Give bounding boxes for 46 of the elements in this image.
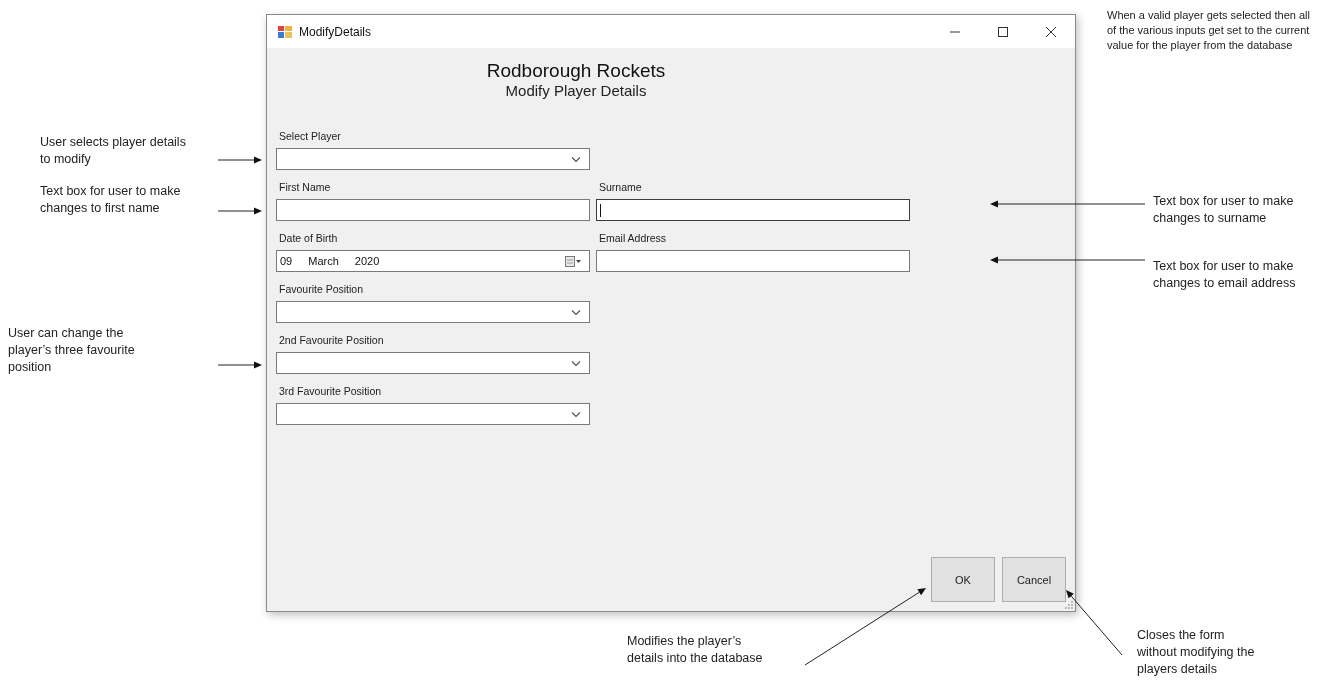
- calendar-dropdown-icon: [565, 255, 581, 267]
- annotation-text: Text box for user to make changes to first name: [40, 183, 182, 217]
- field-label: Email Address: [598, 231, 668, 246]
- ok-button[interactable]: OK: [931, 557, 995, 602]
- arrow: [217, 361, 262, 369]
- date-part: 09: [280, 255, 293, 267]
- arrow: [217, 207, 262, 215]
- annotation-text: Text box for user to make changes to surname: [1153, 193, 1295, 227]
- annotation-text: Text box for user to make changes to email address: [1153, 258, 1297, 292]
- text-field[interactable]: [596, 199, 910, 221]
- arrow: [217, 156, 262, 164]
- field-label: 2nd Favourite Position: [278, 333, 385, 348]
- annotation-text: When a valid player gets selected then all of the various inputs get set to the current value for the player from the database: [1107, 8, 1311, 53]
- chevron-down-icon: [571, 359, 581, 367]
- date-part: March: [308, 255, 339, 267]
- close-icon[interactable]: [1045, 25, 1057, 38]
- chevron-down-icon: [571, 308, 581, 316]
- annotation-text: Closes the form without modifying the players details: [1137, 627, 1256, 678]
- arrow: [1066, 590, 1123, 656]
- chevron-down-icon: [571, 155, 581, 163]
- field-label: First Name: [278, 180, 332, 195]
- text-field[interactable]: [276, 199, 590, 221]
- dropdown[interactable]: [276, 148, 590, 170]
- annotation-text: User selects player details to modify: [40, 134, 187, 168]
- dropdown[interactable]: [276, 403, 590, 425]
- field-label: Favourite Position: [278, 282, 365, 297]
- resize-grip-icon: [1063, 599, 1074, 610]
- form-title: Rodborough Rockets: [486, 60, 666, 82]
- text-cursor: [600, 203, 601, 217]
- date-part: 2020: [354, 255, 380, 267]
- field-label: 3rd Favourite Position: [278, 384, 383, 399]
- date-picker[interactable]: 09 March 2020: [276, 250, 590, 272]
- chevron-down-icon: [571, 410, 581, 418]
- text-field[interactable]: [596, 250, 910, 272]
- dropdown[interactable]: [276, 301, 590, 323]
- form-subtitle: Modify Player Details: [505, 82, 647, 100]
- annotation-text: Modifies the player’s details into the database: [627, 633, 764, 667]
- app-icon: [277, 23, 293, 40]
- window-title: ModifyDetails: [299, 24, 372, 39]
- field-label: Select Player: [278, 129, 342, 144]
- field-label: Surname: [598, 180, 643, 195]
- maximize-icon[interactable]: [997, 25, 1009, 38]
- annotation-text: User can change the player’s three favourite position: [8, 325, 136, 376]
- cancel-button[interactable]: Cancel: [1002, 557, 1066, 602]
- field-label: Date of Birth: [278, 231, 339, 246]
- dropdown[interactable]: [276, 352, 590, 374]
